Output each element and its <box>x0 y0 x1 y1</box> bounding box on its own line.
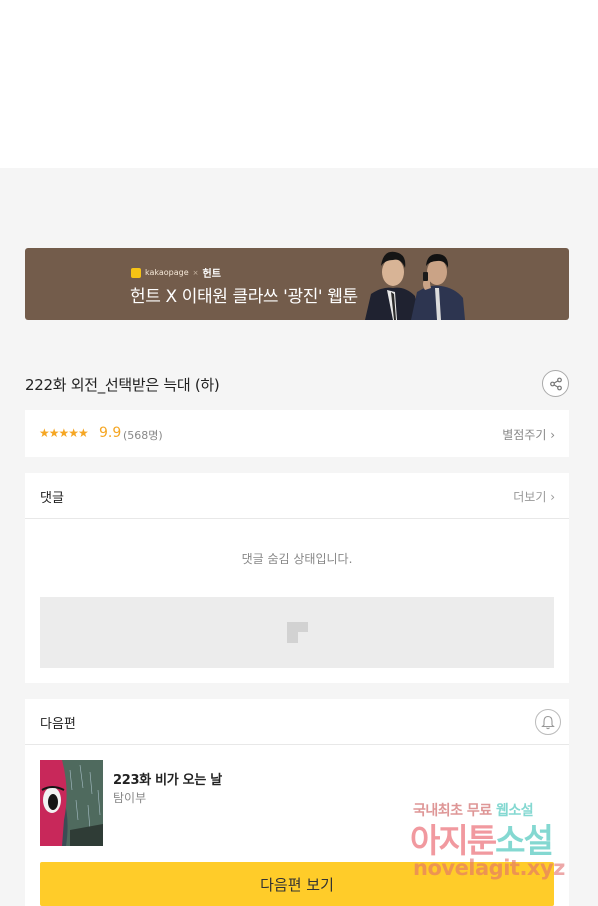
share-icon <box>549 377 562 390</box>
top-blank-area <box>0 0 598 168</box>
bell-icon <box>541 715 555 729</box>
episode-title: 222화 외전_선택받은 늑대 (하) <box>25 376 220 394</box>
comments-header: 댓글 더보기 › <box>25 473 569 519</box>
rating-stars: ★★★★★ <box>39 426 89 440</box>
ad-logo-icon <box>287 622 308 643</box>
next-episode-thumbnail[interactable] <box>40 760 103 846</box>
rate-button[interactable]: 별점주기 › <box>502 426 555 443</box>
share-button[interactable] <box>542 370 569 397</box>
rating-count: (568명) <box>123 429 163 442</box>
comments-card: 댓글 더보기 › 댓글 숨김 상태입니다. <box>25 473 569 683</box>
next-episode-section-title: 다음편 <box>40 717 76 732</box>
comments-hidden-message: 댓글 숨김 상태입니다. <box>241 552 353 566</box>
kakaopage-logo-icon <box>131 267 141 278</box>
brand-separator: × <box>192 268 199 277</box>
next-episode-author: 탐이부 <box>113 791 147 805</box>
next-episode-card: 다음편 223화 비가 오는 날 탐이부 다음편 보기 <box>25 699 569 906</box>
rating-score: 9.9 <box>99 425 122 441</box>
banner-characters-image <box>363 248 467 320</box>
next-episode-title[interactable]: 223화 비가 오는 날 <box>113 769 222 788</box>
brand-logo-text: kakaopage <box>145 268 189 277</box>
comments-more-link[interactable]: 더보기 › <box>513 488 555 505</box>
brand-partner: 헌트 <box>202 269 221 280</box>
next-episode-button[interactable]: 다음편 보기 <box>40 862 554 906</box>
notify-button[interactable] <box>535 709 561 735</box>
rating-card: ★★★★★ 9.9 (568명) 별점주기 › <box>25 410 569 457</box>
ad-placeholder[interactable] <box>40 597 554 668</box>
banner-headline: 헌트 X 이태원 클라쓰 '광진' 웹툰 <box>130 287 358 307</box>
promo-banner[interactable]: kakaopage × 헌트 헌트 X 이태원 클라쓰 '광진' 웹툰 <box>25 248 569 320</box>
next-episode-header: 다음편 <box>25 699 569 745</box>
banner-brand: kakaopage × 헌트 <box>131 265 221 280</box>
comments-title: 댓글 <box>40 491 64 506</box>
